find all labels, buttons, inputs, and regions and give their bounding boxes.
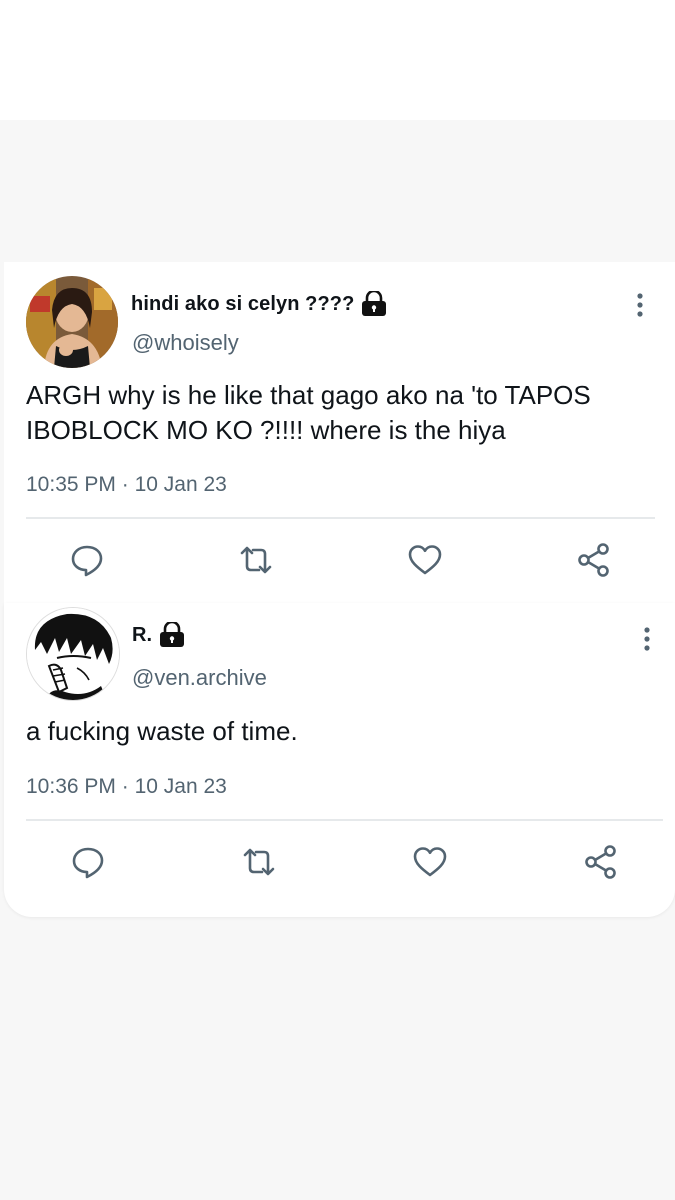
handle[interactable]: @ven.archive — [132, 665, 267, 691]
tweet-text-line: IBOBLOCK MO KO ?!!!! where is the hiya — [26, 415, 506, 445]
date: 10 Jan 23 — [134, 775, 227, 798]
time: 10:35 PM — [26, 473, 116, 496]
separator: · — [121, 473, 129, 496]
like-icon — [408, 545, 442, 575]
lock-icon — [159, 620, 185, 648]
like-icon — [413, 847, 447, 877]
reply-button[interactable] — [69, 542, 105, 578]
tweet-card[interactable]: hindi ako si celyn ???? @whoisely ARGH w… — [4, 262, 675, 604]
top-blank-area — [0, 0, 675, 120]
more-vertical-icon[interactable] — [643, 626, 651, 652]
display-name[interactable]: hindi ako si celyn ???? — [131, 293, 354, 316]
tweet-text: a fucking waste of time. — [26, 714, 666, 749]
reply-icon — [72, 847, 104, 879]
share-icon — [585, 845, 616, 879]
handle[interactable]: @whoisely — [132, 330, 239, 356]
time: 10:36 PM — [26, 775, 116, 798]
retweet-icon — [240, 546, 272, 574]
tweet-text: ARGH why is he like that gago ako na 'to… — [26, 378, 666, 448]
tweet-card[interactable]: R. @ven.archive a fucking waste of time.… — [4, 603, 675, 917]
date: 10 Jan 23 — [134, 473, 227, 496]
share-button[interactable] — [583, 844, 619, 880]
timestamp[interactable]: 10:36 PM · 10 Jan 23 — [26, 775, 227, 799]
tweet-text-line: ARGH why is he like that gago ako na 'to… — [26, 380, 591, 410]
separator: · — [121, 775, 129, 798]
timestamp[interactable]: 10:35 PM · 10 Jan 23 — [26, 473, 227, 497]
retweet-button[interactable] — [241, 844, 277, 880]
divider — [26, 517, 655, 519]
retweet-icon — [243, 848, 275, 876]
retweet-button[interactable] — [238, 542, 274, 578]
display-name[interactable]: R. — [132, 624, 152, 647]
reply-icon — [71, 545, 103, 577]
avatar[interactable] — [26, 276, 118, 368]
reply-button[interactable] — [70, 844, 106, 880]
divider — [26, 819, 663, 821]
share-button[interactable] — [576, 542, 612, 578]
share-icon — [578, 543, 609, 577]
like-button[interactable] — [407, 542, 443, 578]
tweet-text-line: a fucking waste of time. — [26, 716, 298, 746]
lock-icon — [361, 289, 387, 317]
like-button[interactable] — [412, 844, 448, 880]
avatar[interactable] — [26, 607, 120, 701]
more-vertical-icon[interactable] — [636, 292, 644, 318]
